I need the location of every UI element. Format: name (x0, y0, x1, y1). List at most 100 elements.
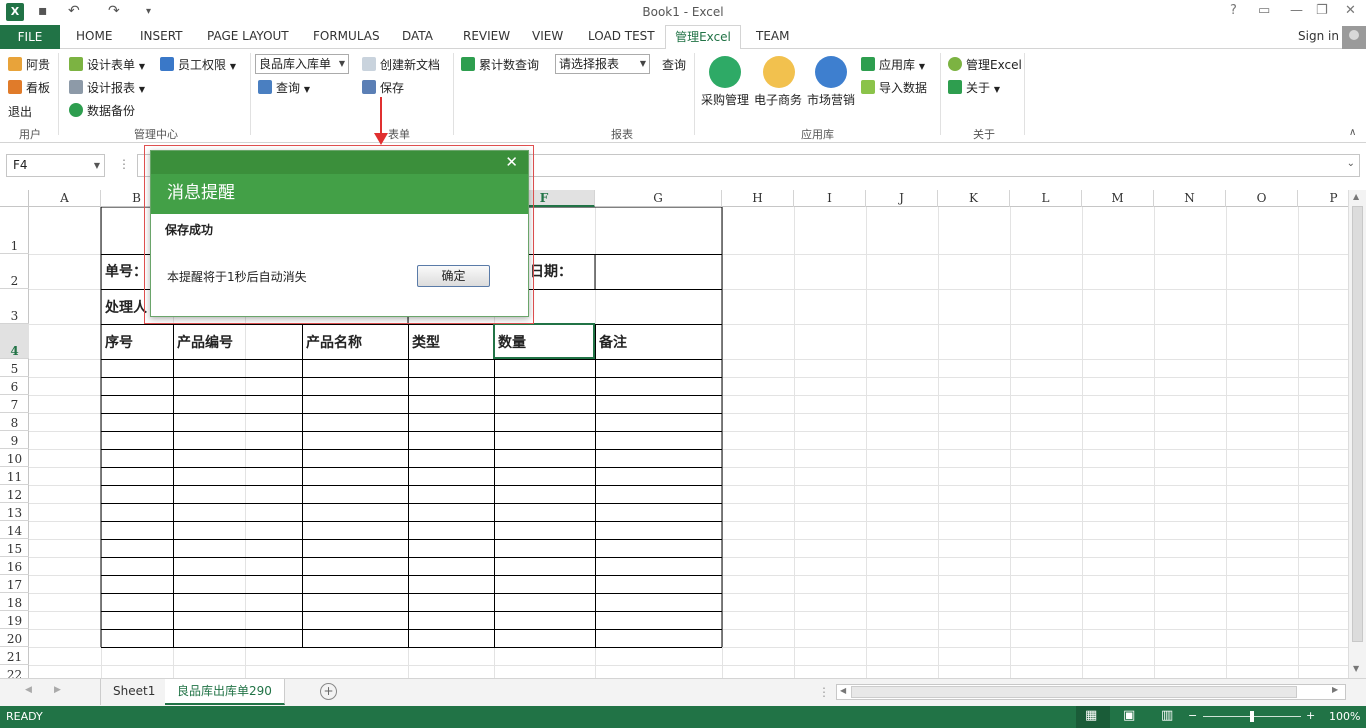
save-button[interactable]: 保存 (362, 79, 404, 96)
row-header-20[interactable]: 20 (0, 629, 29, 647)
design-form-button[interactable]: 设计表单 ▼ (69, 56, 145, 73)
design-report-button[interactable]: 设计报表 ▼ (69, 79, 145, 96)
row-header-4[interactable]: 4 (0, 324, 29, 359)
row-header-8[interactable]: 8 (0, 413, 29, 431)
column-header-n[interactable]: N (1154, 190, 1226, 207)
tab-view[interactable]: VIEW (532, 29, 563, 43)
column-header-h[interactable]: H (722, 190, 794, 207)
help-icon[interactable]: ? (1230, 3, 1237, 18)
dashboard-button[interactable]: 看板 (8, 79, 50, 96)
tab-data[interactable]: DATA (402, 29, 433, 43)
marketing-button[interactable]: 市场营销 (807, 91, 855, 108)
row-header-17[interactable]: 17 (0, 575, 29, 593)
row-header-2[interactable]: 2 (0, 254, 29, 289)
vertical-scrollbar[interactable]: ▲ ▼ (1348, 190, 1366, 678)
row-header-19[interactable]: 19 (0, 611, 29, 629)
tab-page-layout[interactable]: PAGE LAYOUT (207, 29, 289, 43)
add-sheet-icon[interactable]: + (320, 683, 337, 700)
collapse-ribbon-icon[interactable]: ∧ (1349, 127, 1356, 138)
sheet-prev-icon[interactable]: ◀ (25, 685, 32, 695)
row-header-16[interactable]: 16 (0, 557, 29, 575)
zoom-level[interactable]: 100% (1329, 710, 1360, 723)
sheet-next-icon[interactable]: ▶ (54, 685, 61, 695)
tab-file[interactable]: FILE (0, 25, 60, 49)
scroll-thumb[interactable] (1352, 206, 1363, 642)
about-button[interactable]: 关于 ▼ (948, 79, 1000, 96)
sign-in-link[interactable]: Sign in (1298, 29, 1339, 43)
sheet-tab-active[interactable]: 良品库出库单290 (165, 679, 285, 705)
cumulative-query-button[interactable]: 累计数查询 (461, 56, 539, 73)
import-data-button[interactable]: 导入数据 (861, 79, 927, 96)
expand-formula-icon[interactable]: ⌄ (1347, 158, 1355, 169)
row-header-13[interactable]: 13 (0, 503, 29, 521)
h-scroll-thumb[interactable] (851, 686, 1297, 698)
tab-load-test[interactable]: LOAD TEST (588, 29, 655, 43)
tab-formulas[interactable]: FORMULAS (313, 29, 380, 43)
close-icon[interactable]: ✕ (1345, 3, 1356, 18)
restore-icon[interactable]: ❐ (1316, 3, 1328, 18)
name-box[interactable]: F4 ▼ (6, 154, 105, 177)
row-header-14[interactable]: 14 (0, 521, 29, 539)
scroll-down-icon[interactable]: ▼ (1353, 664, 1359, 673)
column-header-l[interactable]: L (1010, 190, 1082, 207)
scroll-up-icon[interactable]: ▲ (1353, 192, 1359, 201)
minimize-icon[interactable]: — (1290, 3, 1303, 18)
row-header-11[interactable]: 11 (0, 467, 29, 485)
group-label-about: 关于 (973, 128, 995, 141)
column-header-m[interactable]: M (1082, 190, 1154, 207)
row-header-18[interactable]: 18 (0, 593, 29, 611)
manage-excel-button[interactable]: 管理Excel (948, 56, 1022, 73)
split-handle-icon[interactable]: ⋮ (818, 685, 830, 699)
selected-cell-f4[interactable] (493, 323, 595, 359)
user-button[interactable]: 阿贵 (8, 56, 50, 73)
row-header-12[interactable]: 12 (0, 485, 29, 503)
column-header-k[interactable]: K (938, 190, 1010, 207)
column-header-i[interactable]: I (794, 190, 866, 207)
tab-manage-excel[interactable]: 管理Excel (665, 25, 741, 50)
row-header-7[interactable]: 7 (0, 395, 29, 413)
row-header-3[interactable]: 3 (0, 289, 29, 324)
column-header-o[interactable]: O (1226, 190, 1298, 207)
logout-button[interactable]: 退出 (8, 103, 32, 120)
row-header-5[interactable]: 5 (0, 359, 29, 377)
normal-view-icon[interactable]: ▦ (1085, 708, 1097, 723)
row-header-1[interactable]: 1 (0, 207, 29, 254)
zoom-slider-thumb[interactable] (1250, 711, 1254, 722)
tab-team[interactable]: TEAM (756, 29, 789, 43)
form-select[interactable]: 良品库入库单 ▼ (255, 54, 349, 74)
horizontal-scrollbar[interactable]: ◀ (836, 684, 1346, 700)
scroll-left-icon[interactable]: ◀ (840, 686, 846, 695)
page-layout-view-icon[interactable]: ▣ (1123, 708, 1135, 723)
zoom-out-icon[interactable]: − (1188, 709, 1197, 722)
dialog-close-icon[interactable]: ✕ (505, 153, 518, 171)
column-header-j[interactable]: J (866, 190, 938, 207)
row-header-10[interactable]: 10 (0, 449, 29, 467)
form-query-button[interactable]: 查询 ▼ (258, 79, 310, 96)
purchase-management-button[interactable]: 采购管理 (701, 91, 749, 108)
sheet-tab-sheet1[interactable]: Sheet1 (100, 679, 169, 705)
column-header-g[interactable]: G (595, 190, 722, 207)
data-backup-button[interactable]: 数据备份 (69, 102, 135, 119)
report-query-button[interactable]: 查询 (662, 56, 686, 73)
employee-permission-button[interactable]: 员工权限 ▼ (160, 56, 236, 73)
page-break-view-icon[interactable]: ▥ (1161, 708, 1173, 723)
row-header-6[interactable]: 6 (0, 377, 29, 395)
zoom-in-icon[interactable]: + (1306, 709, 1315, 722)
tab-home[interactable]: HOME (76, 29, 112, 43)
row-header-22[interactable]: 22 (0, 665, 29, 678)
avatar[interactable] (1342, 26, 1366, 49)
scroll-right-icon[interactable]: ▶ (1332, 685, 1338, 694)
column-header-p[interactable]: P (1298, 190, 1348, 207)
ribbon-display-icon[interactable]: ▭ (1258, 3, 1270, 18)
app-library-button[interactable]: 应用库 ▼ (861, 56, 925, 73)
row-header-15[interactable]: 15 (0, 539, 29, 557)
report-select[interactable]: 请选择报表 ▼ (555, 54, 650, 74)
row-header-9[interactable]: 9 (0, 431, 29, 449)
ok-button[interactable]: 确定 (417, 265, 490, 287)
column-header-a[interactable]: A (29, 190, 101, 207)
create-document-button[interactable]: 创建新文档 (362, 56, 440, 73)
ecommerce-button[interactable]: 电子商务 (754, 91, 802, 108)
tab-insert[interactable]: INSERT (140, 29, 183, 43)
tab-review[interactable]: REVIEW (463, 29, 510, 43)
row-header-21[interactable]: 21 (0, 647, 29, 665)
